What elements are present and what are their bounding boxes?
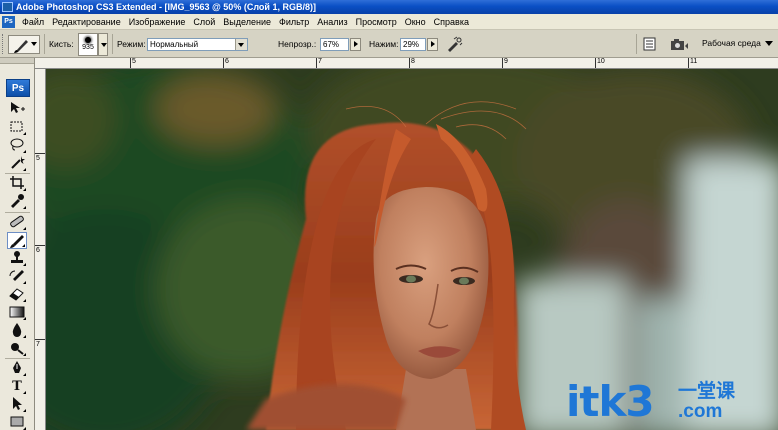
opacity-label: Непрозр.: (278, 39, 317, 49)
chevron-right-icon (354, 41, 358, 47)
chevron-down-icon (101, 43, 107, 47)
flow-label: Нажим: (369, 39, 399, 49)
horizontal-ruler[interactable]: 5 6 7 8 9 10 11 (35, 58, 778, 69)
workspace-label: Рабочая среда (702, 38, 761, 48)
menu-select[interactable]: Выделение (219, 14, 275, 30)
chevron-right-icon (431, 41, 435, 47)
window-title: Adobe Photoshop CS3 Extended - [IMG_9563… (16, 2, 316, 12)
mode-dropdown-button[interactable] (235, 39, 247, 50)
mode-value: Нормальный (150, 40, 199, 49)
flow-input[interactable]: 29% (400, 38, 426, 51)
type-tool[interactable]: T (7, 378, 27, 395)
lasso-tool[interactable] (7, 137, 27, 154)
ruler-label: 11 (690, 58, 698, 65)
chevron-down-icon (238, 43, 244, 47)
brush-tip-icon (85, 37, 91, 43)
ruler-label: 10 (597, 58, 605, 65)
pen-tool[interactable] (7, 360, 27, 377)
ruler-label: 8 (411, 58, 415, 65)
ruler-label: 5 (36, 155, 40, 162)
divider (44, 34, 45, 54)
clone-stamp-tool[interactable] (7, 250, 27, 267)
eraser-tool[interactable] (7, 286, 27, 303)
palette-well-button[interactable] (642, 37, 658, 51)
bridge-button[interactable] (669, 37, 689, 51)
brush-tool[interactable] (7, 232, 27, 249)
blur-tool[interactable] (7, 322, 27, 339)
options-bar: Кисть: 935 Режим: Нормальный Непрозр.: 6… (0, 30, 778, 58)
tool-preset-picker[interactable] (8, 35, 40, 54)
brush-picker-button[interactable] (98, 33, 108, 56)
crop-tool[interactable] (7, 175, 27, 192)
menu-view[interactable]: Просмотр (352, 14, 401, 30)
airbrush-toggle[interactable] (445, 36, 463, 53)
ruler-label: 6 (225, 58, 229, 65)
camera-icon (671, 39, 688, 50)
options-grip[interactable] (2, 34, 5, 54)
watermark-main: itk3 (566, 377, 655, 426)
palette-icon (643, 37, 656, 51)
photoshop-icon (2, 2, 13, 12)
title-bar: Adobe Photoshop CS3 Extended - [IMG_9563… (0, 0, 778, 14)
marquee-tool[interactable] (7, 119, 27, 136)
menu-file[interactable]: Файл (18, 14, 48, 30)
brush-icon (14, 40, 28, 53)
menu-items: Файл Редактирование Изображение Слой Выд… (18, 14, 473, 30)
opacity-input[interactable]: 67% (320, 38, 349, 51)
magic-wand-tool[interactable] (7, 155, 27, 172)
photo-woman-red-hair (46, 69, 778, 430)
ps-logo[interactable]: Ps (6, 79, 30, 97)
dodge-tool[interactable] (7, 340, 27, 357)
path-selection-tool[interactable] (7, 396, 27, 413)
mode-select[interactable]: Нормальный (147, 38, 248, 51)
divider (636, 34, 637, 54)
brush-preview[interactable]: 935 (78, 33, 98, 56)
ruler-label: 6 (36, 247, 40, 254)
eyedropper-tool[interactable] (7, 193, 27, 210)
toolbox: Ps T (0, 58, 35, 430)
move-tool[interactable] (7, 100, 27, 117)
move-icon (11, 102, 25, 113)
chevron-down-icon (764, 41, 773, 47)
gradient-tool[interactable] (7, 304, 27, 321)
mode-label: Режим: (117, 39, 146, 49)
menu-help[interactable]: Справка (430, 14, 473, 30)
vertical-ruler[interactable]: 5 6 7 (35, 69, 46, 430)
document-canvas[interactable] (46, 69, 778, 430)
menu-edit[interactable]: Редактирование (48, 14, 125, 30)
toolbox-header[interactable] (0, 58, 34, 64)
watermark-com: .com (678, 401, 723, 422)
shape-tool[interactable] (7, 414, 27, 430)
menu-image[interactable]: Изображение (125, 14, 190, 30)
airbrush-icon (448, 36, 463, 52)
menu-window[interactable]: Окно (401, 14, 430, 30)
divider (112, 34, 113, 54)
ruler-label: 9 (504, 58, 508, 65)
menu-filter[interactable]: Фильтр (275, 14, 313, 30)
brush-size: 935 (82, 44, 94, 51)
history-brush-tool[interactable] (7, 268, 27, 285)
watermark-logo: itk3 一堂课 .com (566, 377, 735, 428)
menu-layer[interactable]: Слой (189, 14, 219, 30)
healing-tool[interactable] (7, 214, 27, 231)
ruler-label: 7 (318, 58, 322, 65)
type-icon: T (12, 379, 22, 394)
menu-bar: Ps Файл Редактирование Изображение Слой … (0, 14, 778, 30)
ruler-label: 7 (36, 341, 40, 348)
ps-menu-icon[interactable]: Ps (2, 16, 15, 28)
menu-analysis[interactable]: Анализ (313, 14, 351, 30)
flow-slider-button[interactable] (427, 38, 438, 51)
brush-label: Кисть: (49, 39, 74, 49)
watermark-cn: 一堂课 (678, 381, 736, 402)
chevron-down-icon (31, 42, 37, 46)
workspace-menu[interactable]: Рабочая среда (702, 38, 773, 48)
ruler-label: 5 (132, 58, 136, 65)
opacity-slider-button[interactable] (350, 38, 361, 51)
